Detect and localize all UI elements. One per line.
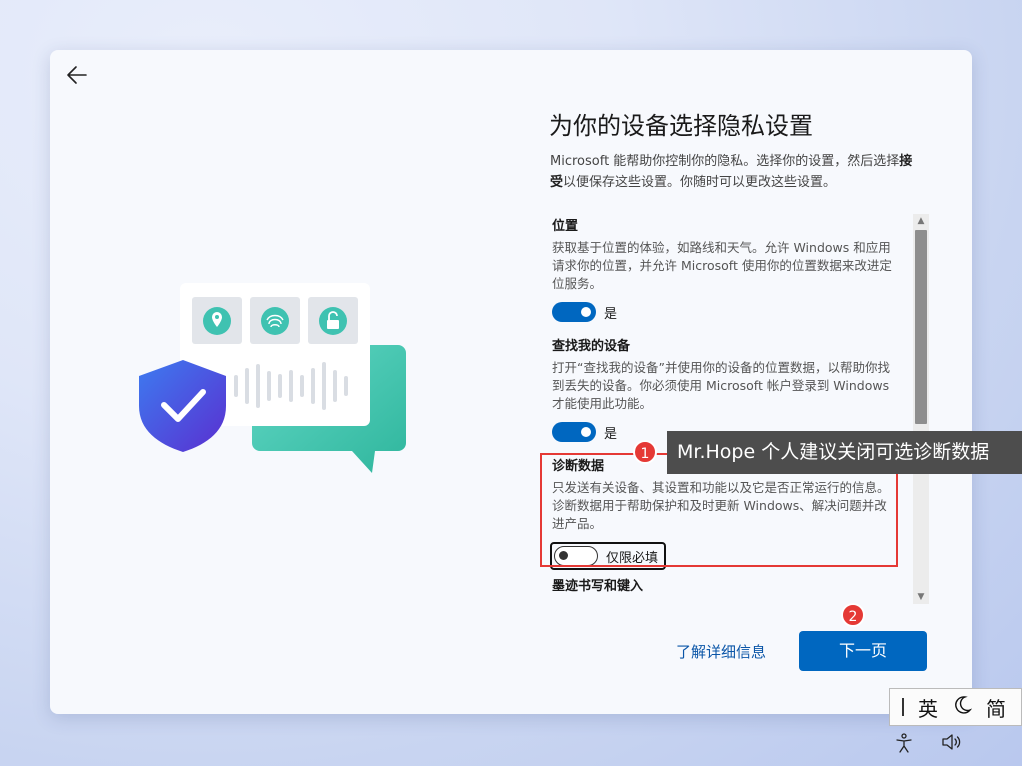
annotation-badge-2: 2 xyxy=(841,603,865,627)
toggle-label: 是 xyxy=(604,426,618,442)
location-icon xyxy=(203,307,231,335)
learn-more-link[interactable]: 了解详细信息 xyxy=(676,641,766,662)
settings-scrollbar[interactable]: ▲ ▼ xyxy=(913,214,929,604)
accessibility-icon[interactable] xyxy=(895,733,913,757)
volume-icon[interactable] xyxy=(941,733,963,755)
ime-grip-icon[interactable] xyxy=(902,698,904,716)
annotation-badge-1: 1 xyxy=(633,440,657,464)
ime-script-toggle[interactable]: 简 xyxy=(986,693,1006,722)
moon-icon xyxy=(955,695,973,714)
next-button[interactable]: 下一页 xyxy=(799,631,927,671)
page-title: 为你的设备选择隐私设置 xyxy=(549,112,813,140)
setting-title: 墨迹书写和键入 xyxy=(552,579,644,594)
ime-language-toggle[interactable]: 英 xyxy=(918,693,938,722)
privacy-illustration xyxy=(139,283,406,473)
ime-punctuation-mode[interactable] xyxy=(952,695,973,720)
unlock-icon xyxy=(319,307,347,335)
setting-description: 打开“查找我的设备”并使用你的设备的位置数据，以帮助你找到丢失的设备。你必须使用… xyxy=(552,360,890,411)
scroll-up-icon[interactable]: ▲ xyxy=(913,214,929,228)
setting-title: 查找我的设备 xyxy=(552,339,631,354)
scrollbar-thumb[interactable] xyxy=(915,230,927,424)
scroll-down-icon[interactable]: ▼ xyxy=(913,590,929,604)
setting-find-my-device: 查找我的设备 打开“查找我的设备”并使用你的设备的位置数据，以帮助你找到丢失的设… xyxy=(552,337,892,442)
fingerprint-icon xyxy=(261,307,289,335)
location-toggle[interactable] xyxy=(552,302,596,322)
shield-icon xyxy=(139,360,226,452)
annotation-tip: Mr.Hope 个人建议关闭可选诊断数据 xyxy=(667,431,1022,474)
setting-location: 位置 获取基于位置的体验，如路线和天气。允许 Windows 和应用请求你的位置… xyxy=(552,217,892,322)
setting-inking-typing: 墨迹书写和键入 xyxy=(552,577,892,597)
setting-title: 位置 xyxy=(552,219,579,234)
find-my-device-toggle[interactable] xyxy=(552,422,596,442)
back-arrow-icon[interactable] xyxy=(64,62,90,88)
page-intro: Microsoft 能帮助你控制你的隐私。选择你的设置，然后选择接受以便保存这些… xyxy=(550,154,913,190)
toggle-label: 是 xyxy=(604,306,618,322)
ime-toolbar: 英 简 xyxy=(889,688,1022,726)
setting-description: 获取基于位置的体验，如路线和天气。允许 Windows 和应用请求你的位置，并允… xyxy=(552,240,892,291)
